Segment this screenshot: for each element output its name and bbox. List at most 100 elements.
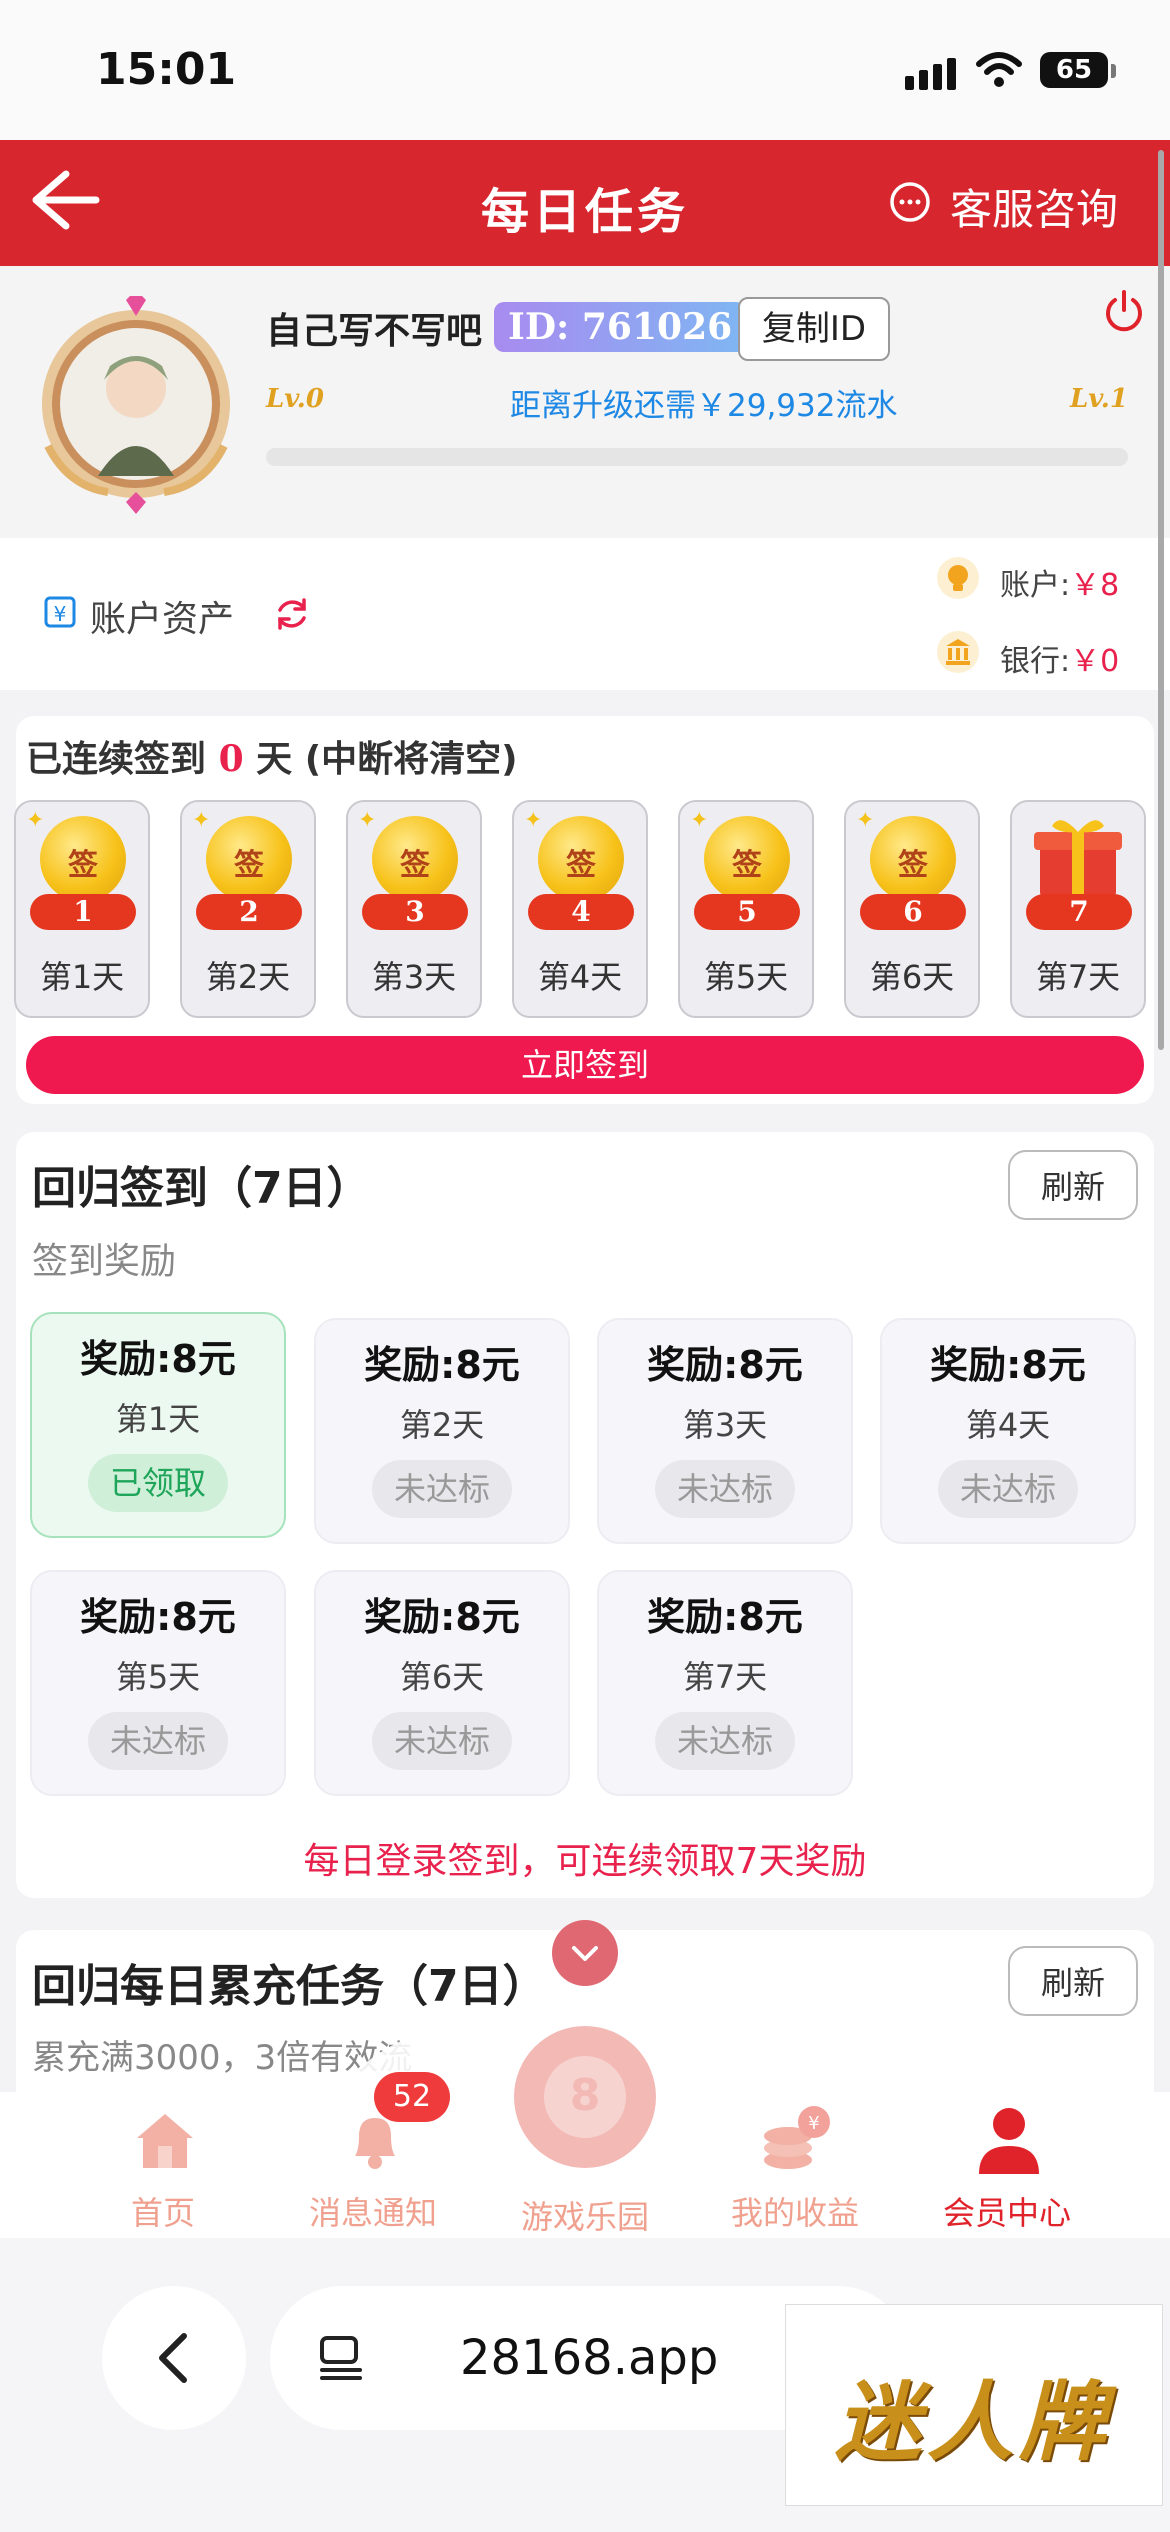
reward-card-day-7[interactable]: 奖励:8元 第7天 未达标 [597, 1570, 853, 1796]
home-icon [137, 2114, 193, 2168]
user-icon [979, 2108, 1039, 2174]
reward-card-day-1[interactable]: 奖励:8元 第1天 已领取 [30, 1312, 286, 1538]
day-number: 7 [1026, 894, 1132, 930]
reward-amount: 奖励:8元 [364, 1343, 520, 1387]
bank-balance: 银行:￥0 [1000, 636, 1119, 680]
day-label: 第2天 [205, 958, 291, 996]
account-assets-label: 账户资产 [90, 599, 235, 640]
reward-day: 第1天 [115, 1400, 201, 1438]
nav-member-center[interactable]: 会员中心 [890, 2100, 1124, 2240]
battery-tip [1111, 64, 1116, 78]
signin-day-3[interactable]: ✦ 签 3 第3天 [346, 800, 482, 1018]
bulb-icon [937, 557, 979, 599]
reward-amount: 奖励:8元 [80, 1595, 236, 1639]
url-text[interactable]: 28168.app [460, 2330, 718, 2386]
nav-messages[interactable]: 消息通知 [256, 2100, 490, 2240]
signin-day-5[interactable]: ✦ 签 5 第5天 [678, 800, 814, 1018]
reward-card-day-4[interactable]: 奖励:8元 第4天 未达标 [880, 1318, 1136, 1544]
upgrade-requirement: 距离升级还需￥29,932流水 [510, 388, 898, 424]
nav-game-park[interactable]: 游戏乐园 [468, 2100, 702, 2240]
customer-service-button[interactable]: 客服咨询 [950, 176, 1118, 237]
collapse-nav-button[interactable] [552, 1920, 618, 1986]
sparkle-icon: ✦ [26, 808, 45, 833]
signin-day-2[interactable]: ✦ 签 2 第2天 [180, 800, 316, 1018]
red-envelope-gift-icon [1034, 820, 1122, 898]
refresh-icon[interactable] [272, 594, 312, 634]
day-label: 第1天 [39, 958, 125, 996]
day-number: 2 [196, 894, 302, 930]
refresh-button[interactable]: 刷新 [1008, 1150, 1138, 1220]
reward-amount: 奖励:8元 [647, 1343, 803, 1387]
power-icon[interactable] [1100, 288, 1148, 336]
reward-status: 未达标 [372, 1460, 512, 1518]
reward-amount: 奖励:8元 [80, 1337, 236, 1381]
reward-card-day-6[interactable]: 奖励:8元 第6天 未达标 [314, 1570, 570, 1796]
signin-day-7[interactable]: 7 第7天 [1010, 800, 1146, 1018]
day-number: 6 [860, 894, 966, 930]
nav-label: 游戏乐园 [520, 2198, 649, 2236]
chevron-down-icon [572, 1946, 598, 1961]
svg-text:¥: ¥ [808, 2113, 819, 2134]
day-label: 第5天 [703, 958, 789, 996]
day-label: 第3天 [371, 958, 457, 996]
streak-prefix: 已连续签到 [26, 739, 207, 780]
coin-label: 签 [234, 848, 264, 883]
day-number: 3 [362, 894, 468, 930]
coin-label: 签 [898, 848, 928, 883]
reward-card-day-3[interactable]: 奖励:8元 第3天 未达标 [597, 1318, 853, 1544]
bank-icon [937, 631, 979, 673]
tabs-menu-icon[interactable] [316, 2332, 368, 2384]
username: 自己写不写吧 [266, 311, 483, 352]
sparkle-icon: ✦ [358, 808, 377, 833]
reward-card-day-2[interactable]: 奖励:8元 第2天 未达标 [314, 1318, 570, 1544]
chat-bubble-icon[interactable] [888, 180, 932, 224]
sparkle-icon: ✦ [524, 808, 543, 833]
day-number: 1 [30, 894, 136, 930]
coins-stack-icon: ¥ [764, 2106, 830, 2169]
signin-streak: 已连续签到 0 天 (中断将清空) [26, 730, 518, 782]
sign-in-now-button[interactable]: 立即签到 [26, 1036, 1144, 1094]
signin-day-1[interactable]: ✦ 签 1 第1天 [14, 800, 150, 1018]
coin-label: 签 [566, 848, 596, 883]
day-label: 第7天 [1035, 958, 1121, 996]
return-signin-title: 回归签到（7日） [32, 1163, 371, 1214]
reward-card-day-5[interactable]: 奖励:8元 第5天 未达标 [30, 1570, 286, 1796]
current-level: Lv.0 [266, 384, 324, 414]
day-number: 4 [528, 894, 634, 930]
reward-status: 未达标 [88, 1712, 228, 1770]
wallet-yen-icon: ¥ [44, 596, 76, 628]
avatar[interactable] [38, 296, 234, 516]
copy-id-button[interactable]: 复制ID [738, 297, 890, 361]
reward-status: 未达标 [655, 1712, 795, 1770]
reward-day: 第3天 [682, 1406, 768, 1444]
reward-status: 已领取 [88, 1454, 228, 1512]
nav-earnings[interactable]: ¥ 我的收益 [678, 2100, 912, 2240]
streak-suffix: 天 (中断将清空) [256, 739, 518, 780]
recharge-refresh-button[interactable]: 刷新 [1008, 1946, 1138, 2016]
bank-balance-value: ￥0 [1070, 644, 1120, 679]
coin-label: 签 [68, 848, 98, 883]
reward-day: 第2天 [399, 1406, 485, 1444]
nav-label: 我的收益 [730, 2194, 859, 2232]
coin-label: 签 [732, 848, 762, 883]
nav-home[interactable]: 首页 [46, 2100, 280, 2240]
reward-day: 第5天 [115, 1658, 201, 1696]
account-balance-label: 账户: [1000, 568, 1071, 603]
cellular-signal-icon [905, 58, 961, 90]
browser-back-button[interactable] [102, 2286, 246, 2430]
sparkle-icon: ✦ [856, 808, 875, 833]
status-time: 15:01 [96, 44, 237, 95]
reward-status: 未达标 [938, 1460, 1078, 1518]
battery-icon: 65 [1040, 52, 1108, 88]
coin-label: 签 [400, 848, 430, 883]
sparkle-icon: ✦ [192, 808, 211, 833]
chevron-left-icon [159, 2333, 187, 2383]
scrollbar[interactable] [1158, 150, 1164, 1050]
nav-label: 消息通知 [308, 2194, 437, 2232]
brand-logo-text: 迷人牌 [835, 2372, 1111, 2473]
account-balance: 账户:￥8 [1000, 560, 1119, 604]
reward-amount: 奖励:8元 [364, 1595, 520, 1639]
signin-day-6[interactable]: ✦ 签 6 第6天 [844, 800, 980, 1018]
signin-day-4[interactable]: ✦ 签 4 第4天 [512, 800, 648, 1018]
return-signin-note: 每日登录签到，可连续领取7天奖励 [303, 1841, 867, 1882]
